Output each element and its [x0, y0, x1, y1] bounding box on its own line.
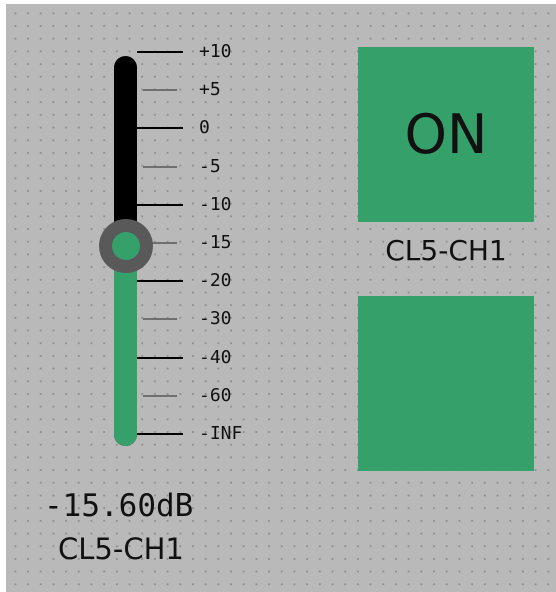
fader-knob-center: [112, 231, 140, 260]
fader-knob[interactable]: [99, 218, 153, 273]
fader-tick: [143, 89, 177, 92]
fader-tick: [137, 356, 183, 359]
fader-tick-label: 0: [199, 117, 210, 139]
on-button-channel-label: CL5-CH1: [385, 234, 507, 267]
fader-tick-label: -10: [199, 193, 232, 215]
fader-level-fill: [114, 245, 137, 446]
on-button-label: ON: [404, 103, 488, 166]
unlabeled-button[interactable]: [358, 296, 534, 471]
fader-level-readout: -15.60dB: [44, 488, 194, 524]
channel-on-button[interactable]: ON: [358, 47, 534, 222]
fader-tick: [143, 165, 177, 168]
fader-tick-label: +5: [199, 79, 221, 101]
fader-tick: [137, 433, 183, 435]
control-panel: +10 +5 0 -5 -10 -15 -20 -30 -40 -60 -INF -15.60dB …: [6, 4, 556, 592]
fader-tick: [137, 203, 183, 206]
fader-tick-label: -20: [199, 270, 232, 292]
fader-tick: [137, 51, 183, 53]
fader-tick-label: -40: [199, 346, 232, 368]
fader-tick-label: -60: [199, 384, 232, 406]
fader-tick-label: +10: [199, 41, 232, 62]
fader-tick: [143, 394, 177, 397]
fader-tick-label: -5: [199, 155, 221, 177]
fader-tick: [137, 127, 183, 130]
fader-tick: [137, 280, 183, 283]
fader-tick-label: -15: [199, 232, 232, 253]
fader-tick-label: -30: [199, 308, 232, 330]
fader-channel-label: CL5-CH1: [58, 532, 184, 566]
fader-tick-label: -INF: [199, 423, 243, 444]
fader-tick: [143, 318, 177, 321]
